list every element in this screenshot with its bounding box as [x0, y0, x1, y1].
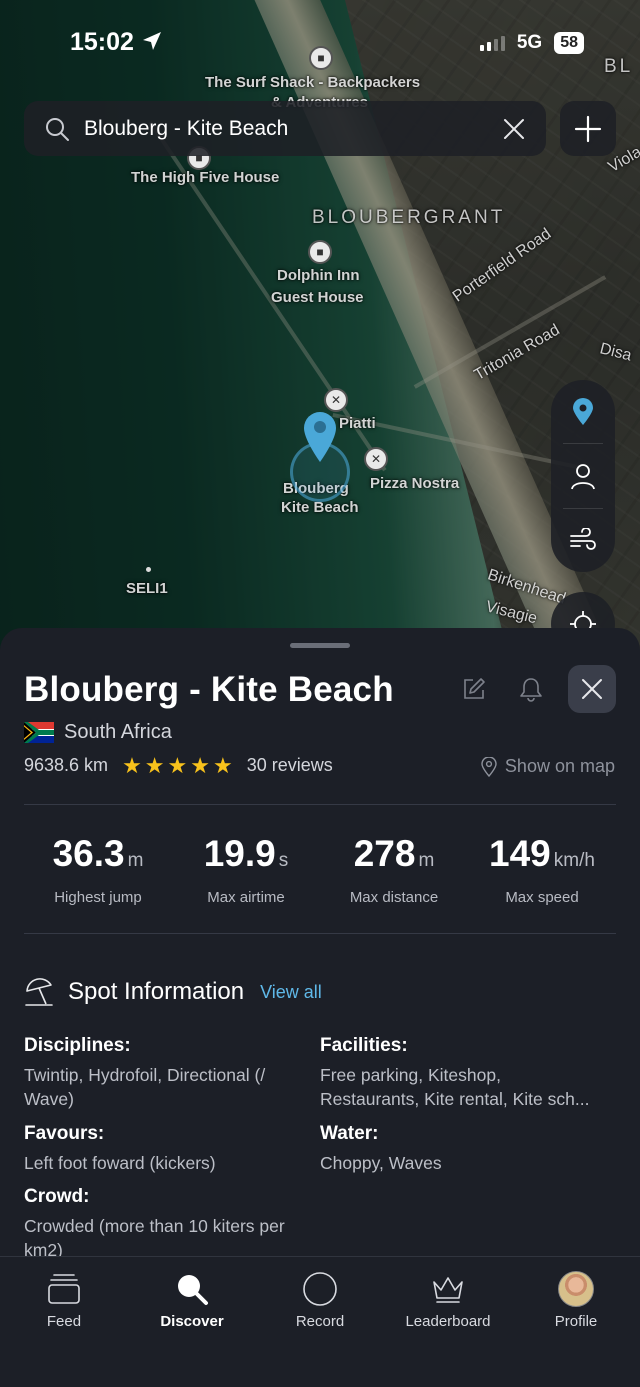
star-icon: ★	[213, 752, 233, 778]
hotel-icon[interactable]: ■	[308, 240, 332, 264]
map-label-dolphin-inn[interactable]: Dolphin Inn	[277, 267, 359, 284]
restaurant-icon[interactable]: ✕	[364, 447, 388, 471]
map-label-high-five[interactable]: The High Five House	[131, 169, 279, 186]
section-title: Spot Information	[68, 978, 245, 1005]
add-spot-button[interactable]	[560, 101, 616, 156]
users-layer-button[interactable]	[551, 444, 615, 507]
info-disciplines: Disciplines: Twintip, Hydrofoil, Directi…	[24, 1035, 266, 1109]
map-label-area: BLOUBERGRANT	[312, 207, 506, 228]
search-icon	[178, 1275, 208, 1305]
map-pin-icon[interactable]	[302, 410, 338, 464]
avatar	[558, 1271, 594, 1307]
star-icon: ★	[190, 752, 210, 778]
spot-detail-sheet: Blouberg - Kite Beach South Africa 9638.…	[0, 628, 640, 1256]
search-bar[interactable]: Blouberg - Kite Beach	[24, 101, 546, 156]
map-view[interactable]: ■ The Surf Shack - Backpackers & Adventu…	[0, 0, 640, 660]
map-pin-icon	[573, 397, 593, 425]
status-time: 15:02	[70, 28, 163, 57]
map-layer-controls	[551, 380, 615, 572]
network-label: 5G	[516, 32, 543, 53]
close-button[interactable]	[568, 665, 616, 713]
divider	[24, 804, 616, 805]
record-icon	[303, 1272, 337, 1306]
wind-icon	[570, 528, 596, 551]
stat-max-speed: 149 km/h Max speed	[489, 833, 595, 906]
info-crowd: Crowd: Crowded (more than 10 kiters per …	[24, 1186, 285, 1256]
divider	[24, 933, 616, 934]
star-icon: ★	[167, 752, 188, 778]
search-input[interactable]: Blouberg - Kite Beach	[84, 117, 502, 141]
star-icon: ★	[122, 752, 142, 778]
stat-highest-jump: 36.3 m Highest jump	[52, 833, 144, 906]
stats-row: 36.3 m Highest jump 19.9 s Max airtime 278…	[24, 833, 616, 906]
reviews-link[interactable]: 30 reviews	[247, 755, 333, 776]
sheet-drag-handle[interactable]	[290, 643, 350, 648]
feed-icon	[48, 1274, 80, 1304]
stat-max-airtime: 19.9 s Max airtime	[203, 833, 289, 906]
spot-title: Blouberg - Kite Beach	[24, 670, 394, 709]
spot-distance: 9638.6 km	[24, 755, 109, 775]
map-label-bl: BL	[604, 56, 634, 77]
bell-icon[interactable]	[518, 676, 544, 702]
map-label-seli[interactable]: SELI1	[126, 580, 168, 597]
beach-umbrella-icon	[25, 978, 53, 1006]
map-label-dolphin-inn-2: Guest House	[271, 289, 364, 306]
signal-icon	[479, 35, 505, 51]
edit-icon[interactable]	[461, 676, 487, 702]
hotel-icon[interactable]: ■	[309, 46, 333, 70]
spot-information-header: Spot Information View all	[24, 977, 322, 1007]
south-africa-flag-icon	[24, 722, 54, 743]
map-dot	[146, 567, 151, 572]
info-facilities: Facilities: Free parking, Kiteshop, Rest…	[320, 1035, 590, 1109]
status-indicators: 5G 58	[479, 32, 584, 54]
tab-record[interactable]: Record	[256, 1257, 384, 1387]
map-pin-outline-icon	[481, 756, 497, 777]
clear-search-icon[interactable]	[502, 117, 526, 141]
close-icon	[582, 679, 602, 699]
map-label-surf-shack[interactable]: The Surf Shack - Backpackers	[205, 74, 420, 91]
map-label-piatti[interactable]: Piatti	[339, 415, 376, 432]
plus-icon	[574, 115, 602, 142]
tab-profile[interactable]: Profile	[512, 1257, 640, 1387]
country-row: South Africa	[24, 721, 172, 744]
restaurant-icon[interactable]: ✕	[324, 388, 348, 412]
show-on-map-label: Show on map	[504, 756, 615, 776]
tab-discover[interactable]: Discover	[128, 1257, 256, 1387]
battery-icon: 58	[554, 32, 584, 54]
country-name: South Africa	[64, 721, 172, 743]
show-on-map-button[interactable]: Show on map	[481, 756, 615, 777]
wind-layer-button[interactable]	[551, 509, 615, 572]
search-icon	[46, 117, 69, 141]
spot-meta-row: 9638.6 km ★ ★ ★ ★ ★ 30 reviews	[24, 752, 333, 778]
tab-feed[interactable]: Feed	[0, 1257, 128, 1387]
spots-layer-button[interactable]	[551, 380, 615, 443]
rating-stars: ★ ★ ★ ★ ★	[122, 752, 233, 778]
tab-leaderboard[interactable]: Leaderboard	[384, 1257, 512, 1387]
info-water: Water: Choppy, Waves	[320, 1123, 442, 1173]
bottom-tab-bar: Feed Discover Record Leaderboard Profile	[0, 1256, 640, 1387]
location-arrow-icon	[142, 32, 161, 50]
star-icon: ★	[144, 752, 165, 778]
crown-icon	[433, 1277, 463, 1303]
stat-max-distance: 278 m Max distance	[349, 833, 439, 906]
person-icon	[571, 464, 595, 490]
view-all-link[interactable]: View all	[260, 982, 322, 1003]
map-label-pizza-nostra[interactable]: Pizza Nostra	[370, 475, 459, 492]
info-favours: Favours: Left foot foward (kickers)	[24, 1123, 216, 1173]
